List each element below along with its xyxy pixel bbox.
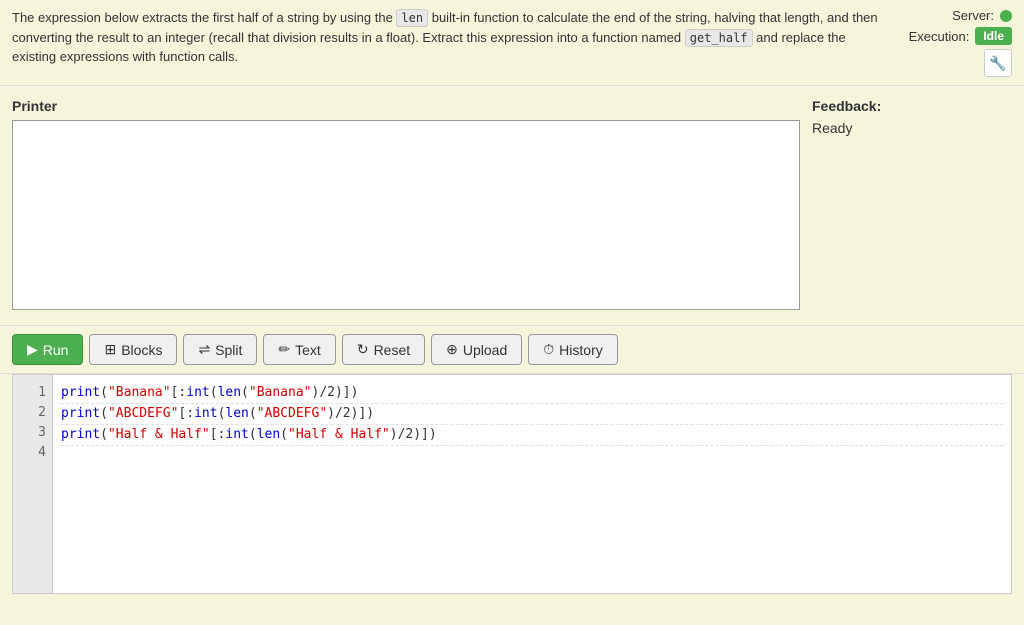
reset-icon: ↻ xyxy=(357,341,369,358)
page-wrapper: The expression below extracts the first … xyxy=(0,0,1024,625)
server-status: Server: Execution: Idle 🔧 xyxy=(892,8,1012,77)
reset-label: Reset xyxy=(374,342,411,358)
upload-label: Upload xyxy=(463,342,507,358)
code-line-2: print("ABCDEFG"[:int(len("ABCDEFG")/2)]) xyxy=(61,404,1003,425)
printer-section: Printer xyxy=(12,98,800,313)
print-1: print xyxy=(61,385,100,400)
code-lines[interactable]: print("Banana"[:int(len("Banana")/2)]) p… xyxy=(53,375,1011,593)
history-label: History xyxy=(559,342,603,358)
server-dot-icon xyxy=(1000,10,1012,22)
line-num-1: 1 xyxy=(19,383,46,403)
code-area: 1 2 3 4 print("Banana"[:int(len("Banana"… xyxy=(0,374,1024,606)
str-half: "Half & Half" xyxy=(108,427,210,442)
str-half-2: "Half & Half" xyxy=(288,427,390,442)
get-half-code: get_half xyxy=(685,29,753,47)
print-3: print xyxy=(61,427,100,442)
run-label: Run xyxy=(43,342,69,358)
text-button[interactable]: ✏ Text xyxy=(263,334,335,365)
blocks-icon: ⊞ xyxy=(104,341,116,358)
upload-icon: ⊕ xyxy=(446,341,458,358)
len-1: len xyxy=(218,385,241,400)
printer-label: Printer xyxy=(12,98,800,114)
feedback-label: Feedback: xyxy=(812,98,1012,114)
execution-row: Execution: Idle xyxy=(909,27,1012,45)
idle-badge: Idle xyxy=(975,27,1012,45)
line-numbers: 1 2 3 4 xyxy=(13,375,53,593)
str-banana-2: "Banana" xyxy=(249,385,312,400)
feedback-status: Ready xyxy=(812,120,1012,136)
text-icon: ✏ xyxy=(278,341,290,358)
history-icon: ⏱ xyxy=(543,341,554,358)
split-icon: ⇌ xyxy=(198,341,210,358)
str-abcdefg: "ABCDEFG" xyxy=(108,406,178,421)
blocks-button[interactable]: ⊞ Blocks xyxy=(89,334,177,365)
run-button[interactable]: ▶ Run xyxy=(12,334,83,365)
wrench-button[interactable]: 🔧 xyxy=(984,49,1012,77)
server-label: Server: xyxy=(952,8,994,23)
reset-button[interactable]: ↻ Reset xyxy=(342,334,425,365)
len-code: len xyxy=(396,9,428,27)
code-line-1: print("Banana"[:int(len("Banana")/2)]) xyxy=(61,383,1003,404)
printer-textarea[interactable] xyxy=(12,120,800,310)
print-2: print xyxy=(61,406,100,421)
str-banana: "Banana" xyxy=(108,385,171,400)
split-button[interactable]: ⇌ Split xyxy=(183,334,257,365)
len-3: len xyxy=(257,427,280,442)
str-abcdefg-2: "ABCDEFG" xyxy=(257,406,327,421)
int-1: int xyxy=(186,385,209,400)
feedback-section: Feedback: Ready xyxy=(812,98,1012,313)
line-num-4: 4 xyxy=(19,443,46,463)
len-2: len xyxy=(225,406,248,421)
execution-label: Execution: xyxy=(909,29,970,44)
description: The expression below extracts the first … xyxy=(12,8,892,67)
code-line-3: print("Half & Half"[:int(len("Half & Hal… xyxy=(61,425,1003,446)
history-button[interactable]: ⏱ History xyxy=(528,334,617,365)
code-line-4 xyxy=(61,446,1003,466)
code-editor[interactable]: 1 2 3 4 print("Banana"[:int(len("Banana"… xyxy=(12,374,1012,594)
int-3: int xyxy=(225,427,248,442)
line-num-3: 3 xyxy=(19,423,46,443)
line-num-2: 2 xyxy=(19,403,46,423)
text-label: Text xyxy=(295,342,321,358)
int-2: int xyxy=(194,406,217,421)
server-row: Server: xyxy=(952,8,1012,23)
toolbar: ▶ Run ⊞ Blocks ⇌ Split ✏ Text ↻ Reset ⊕ … xyxy=(0,325,1024,374)
split-label: Split xyxy=(215,342,242,358)
upload-button[interactable]: ⊕ Upload xyxy=(431,334,522,365)
blocks-label: Blocks xyxy=(121,342,162,358)
top-bar: The expression below extracts the first … xyxy=(0,0,1024,86)
description-text: The expression below extracts the first … xyxy=(12,10,878,64)
run-icon: ▶ xyxy=(27,341,38,358)
main-area: Printer Feedback: Ready xyxy=(0,86,1024,325)
